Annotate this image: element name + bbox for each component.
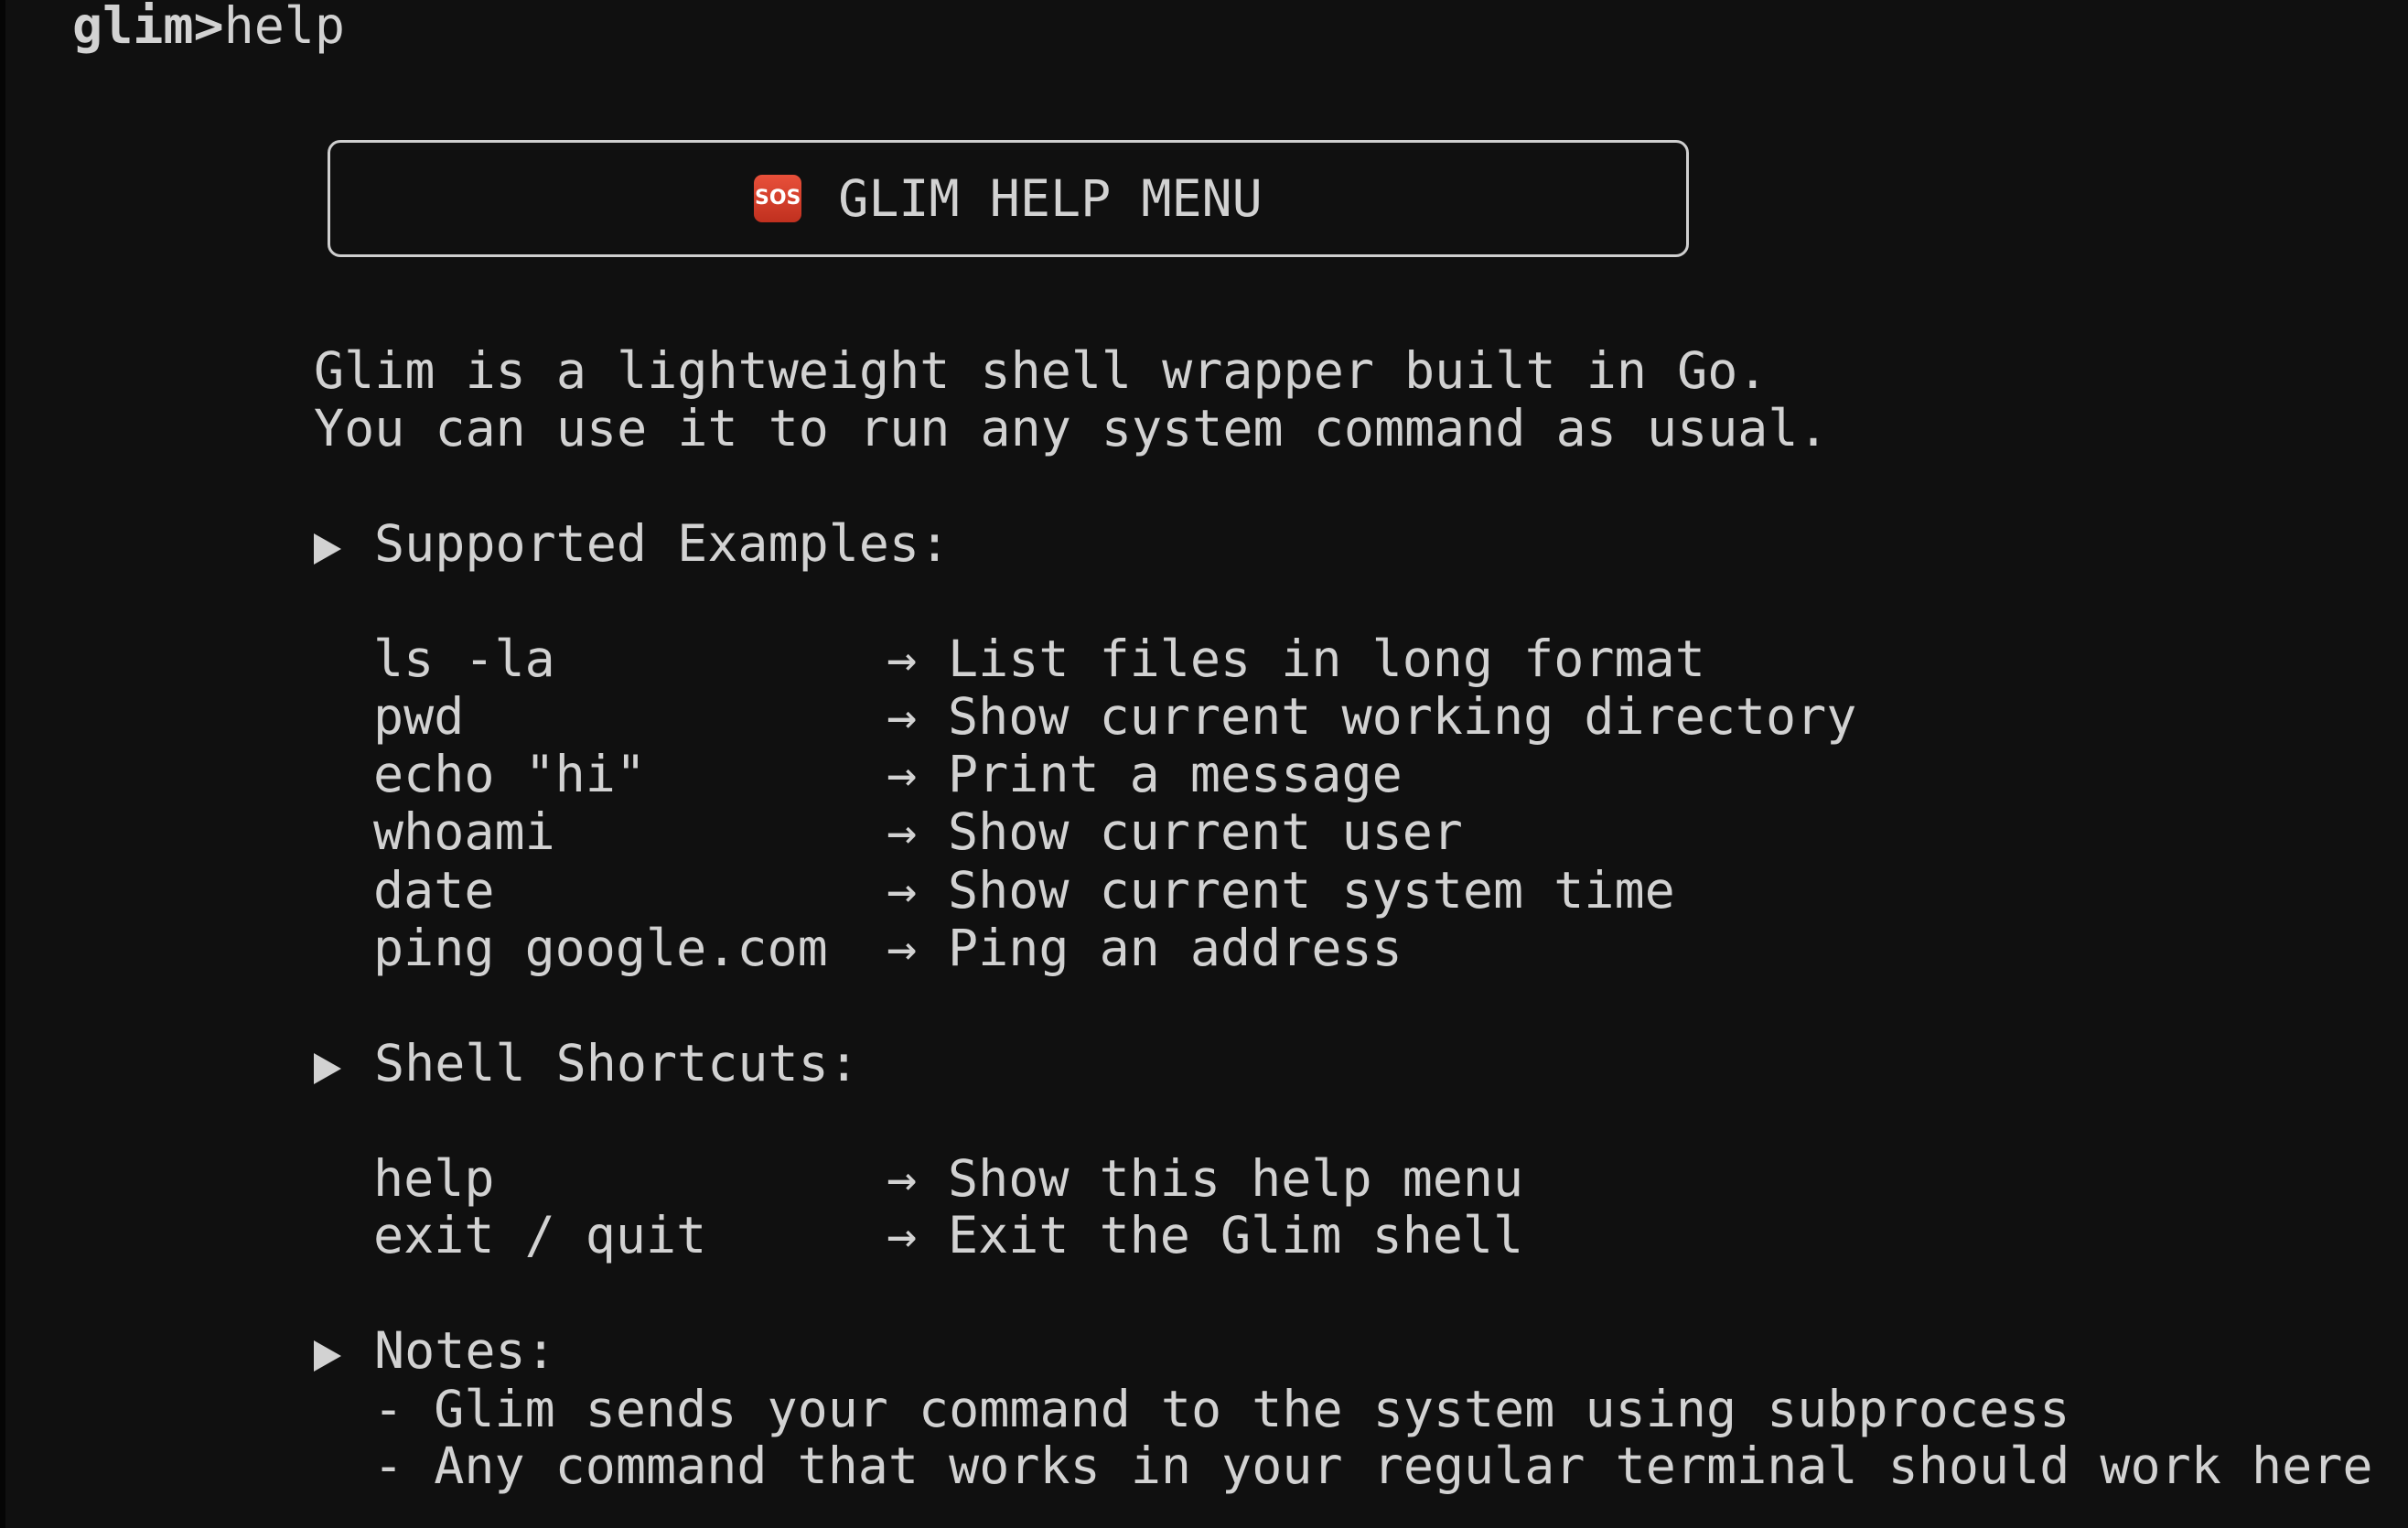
arrow-icon: → bbox=[887, 687, 918, 746]
arrow-icon: → bbox=[887, 1206, 918, 1264]
arrow-icon: → bbox=[887, 1149, 918, 1208]
note-item: - Glim sends your command to the system … bbox=[373, 1380, 2070, 1438]
window-edge bbox=[0, 0, 5, 1528]
shortcut-command: help bbox=[373, 1149, 495, 1208]
arrow-icon: → bbox=[887, 802, 918, 861]
example-command: ls -la bbox=[373, 629, 555, 688]
intro-line: Glim is a lightweight shell wrapper buil… bbox=[314, 341, 1768, 400]
example-command: date bbox=[373, 861, 495, 920]
triangle-bullet-icon bbox=[314, 1340, 341, 1372]
section-heading-notes: Notes: bbox=[314, 1321, 556, 1380]
example-description: Show current system time bbox=[948, 861, 1675, 920]
example-description: Print a message bbox=[948, 745, 1403, 803]
example-description: List files in long format bbox=[948, 629, 1705, 688]
arrow-icon: → bbox=[887, 629, 918, 688]
example-command: whoami bbox=[373, 802, 555, 861]
example-description: Show current user bbox=[948, 802, 1463, 861]
triangle-bullet-icon bbox=[314, 533, 341, 565]
arrow-icon: → bbox=[887, 919, 918, 977]
help-menu-title: GLIM HELP MENU bbox=[838, 169, 1263, 228]
example-command: pwd bbox=[373, 687, 465, 746]
section-heading-shortcuts: Shell Shortcuts: bbox=[314, 1034, 859, 1092]
shortcut-command: exit / quit bbox=[373, 1206, 707, 1264]
prompt-label: glim> bbox=[72, 0, 224, 55]
help-menu-header: SOS GLIM HELP MENU bbox=[328, 140, 1689, 257]
example-description: Ping an address bbox=[948, 919, 1403, 977]
prompt-line: glim>help bbox=[72, 0, 345, 55]
section-heading-label: Notes: bbox=[374, 1321, 556, 1380]
section-heading-label: Shell Shortcuts: bbox=[374, 1034, 859, 1092]
section-heading-label: Supported Examples: bbox=[374, 514, 951, 573]
example-command: ping google.com bbox=[373, 919, 828, 977]
triangle-bullet-icon bbox=[314, 1053, 341, 1084]
arrow-icon: → bbox=[887, 745, 918, 803]
sos-icon: SOS bbox=[754, 175, 802, 222]
note-item: - Any command that works in your regular… bbox=[373, 1437, 2373, 1495]
example-description: Show current working directory bbox=[948, 687, 1857, 746]
section-heading-examples: Supported Examples: bbox=[314, 514, 950, 573]
arrow-icon: → bbox=[887, 861, 918, 920]
intro-line: You can use it to run any system command… bbox=[314, 399, 1829, 457]
shortcut-description: Show this help menu bbox=[948, 1149, 1524, 1208]
prompt-command: help bbox=[223, 0, 346, 55]
shortcut-description: Exit the Glim shell bbox=[948, 1206, 1524, 1264]
example-command: echo "hi" bbox=[373, 745, 647, 803]
